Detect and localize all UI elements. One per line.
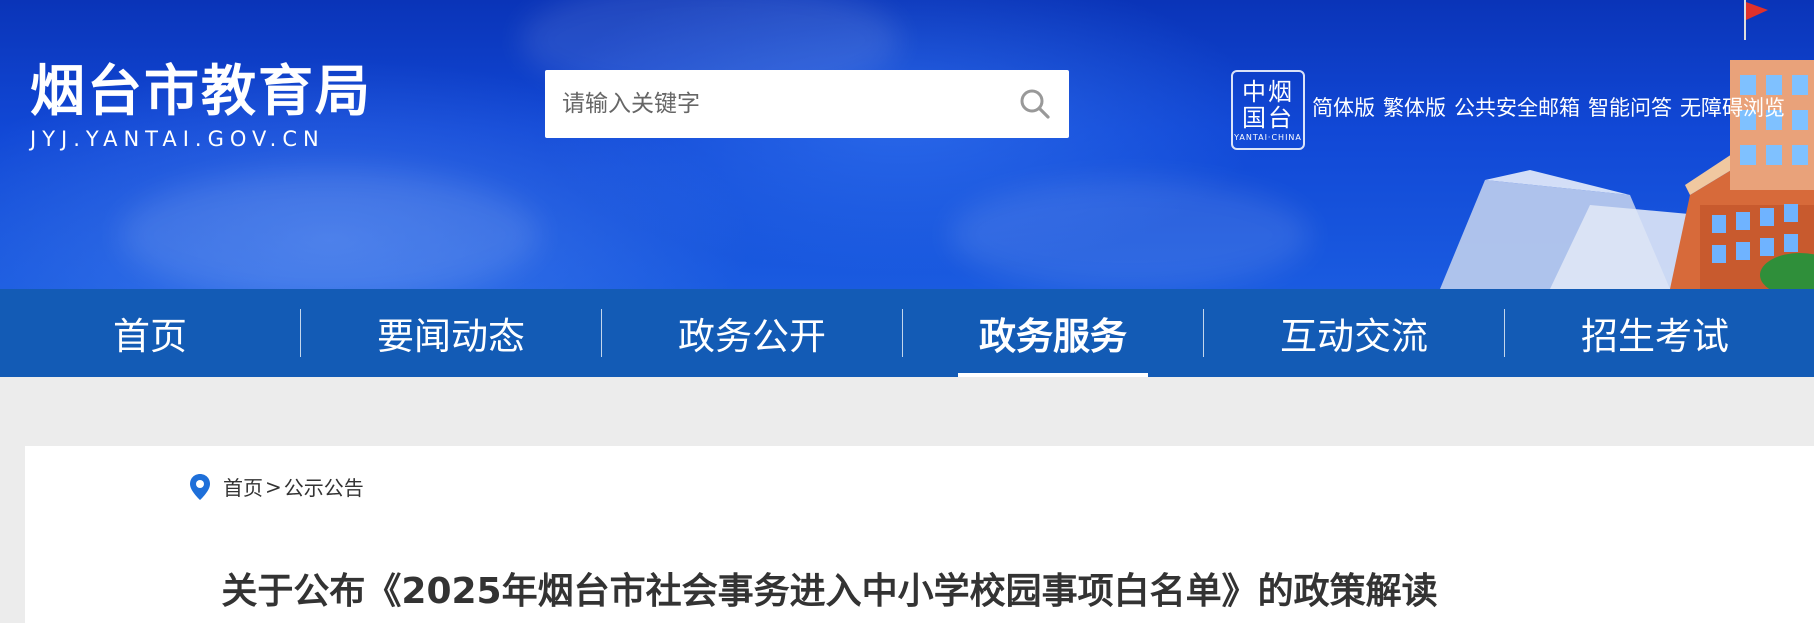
content-panel: 首页 > 公示公告 关于公布《2025年烟台市社会事务进入中小学校园事项白名单》… — [25, 446, 1814, 623]
seal-caption: YANTAI·CHINA — [1234, 132, 1302, 142]
breadcrumb-separator: > — [265, 474, 282, 499]
breadcrumb-home[interactable]: 首页 — [223, 472, 263, 501]
search-button[interactable] — [1001, 70, 1069, 138]
nav-item-home[interactable]: 首页 — [0, 289, 300, 377]
main-nav: 首页 要闻动态 政务公开 政务服务 互动交流 招生考试 — [0, 289, 1814, 377]
breadcrumb-trail: 首页 > 公示公告 — [223, 472, 364, 501]
banner-illustration — [1440, 0, 1814, 289]
banner-cloud — [950, 180, 1310, 289]
top-links: 简体版 繁体版 公共安全邮箱 智能问答 无障碍浏览 — [1312, 92, 1785, 122]
article-title: 关于公布《2025年烟台市社会事务进入中小学校园事项白名单》的政策解读 — [221, 571, 1438, 612]
nav-item-gov-disclosure[interactable]: 政务公开 — [602, 289, 902, 377]
top-link-traditional[interactable]: 繁体版 — [1383, 92, 1446, 122]
nav-item-interaction[interactable]: 互动交流 — [1204, 289, 1504, 377]
header-banner: 烟台市教育局 JYJ.YANTAI.GOV.CN 中烟国台 YANTAI·CHI… — [0, 0, 1814, 289]
location-pin-icon — [190, 473, 210, 500]
yantai-china-seal: 中烟国台 YANTAI·CHINA — [1231, 70, 1305, 150]
seal-glyphs: 中烟国台 — [1242, 77, 1294, 132]
site-logo[interactable]: 烟台市教育局 JYJ.YANTAI.GOV.CN — [30, 58, 372, 152]
top-link-simplified[interactable]: 简体版 — [1312, 92, 1375, 122]
breadcrumb-current[interactable]: 公示公告 — [284, 472, 364, 501]
top-link-accessibility[interactable]: 无障碍浏览 — [1680, 92, 1785, 122]
top-link-safety-mailbox[interactable]: 公共安全邮箱 — [1454, 92, 1580, 122]
site-name: 烟台市教育局 — [30, 59, 373, 123]
nav-item-gov-service[interactable]: 政务服务 — [903, 289, 1203, 377]
search-box — [545, 70, 1069, 138]
breadcrumb: 首页 > 公示公告 — [189, 472, 364, 501]
top-link-smart-qa[interactable]: 智能问答 — [1588, 92, 1672, 122]
banner-cloud — [120, 170, 540, 289]
search-input[interactable] — [545, 70, 1001, 138]
nav-item-admissions[interactable]: 招生考试 — [1505, 289, 1805, 377]
site-domain: JYJ.YANTAI.GOV.CN — [30, 127, 325, 151]
search-icon — [1020, 89, 1050, 119]
nav-item-news[interactable]: 要闻动态 — [301, 289, 601, 377]
